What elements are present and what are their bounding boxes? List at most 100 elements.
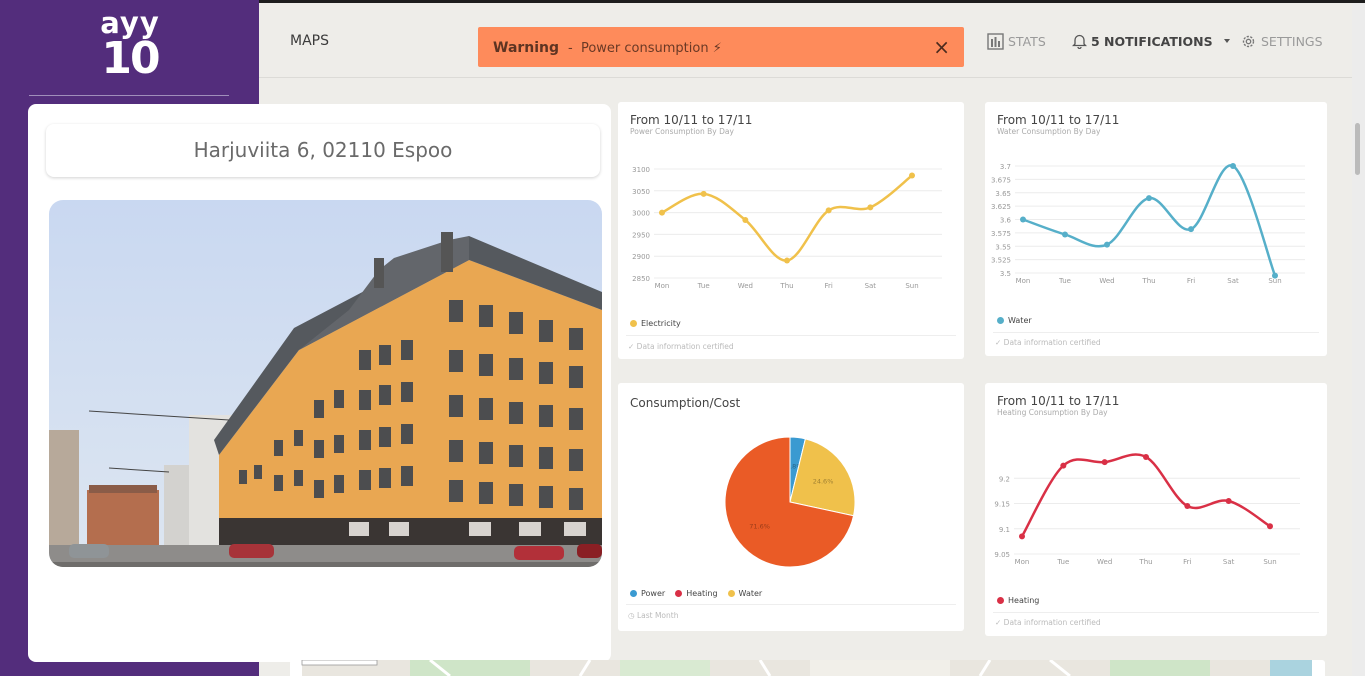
legend-label-water: Water: [738, 589, 763, 598]
legend-item-electricity[interactable]: Electricity: [630, 319, 681, 328]
water-data-point[interactable]: [1020, 216, 1026, 223]
heating-footer: ✓ Data information certified: [995, 618, 1101, 627]
water-ytick-label: 3.7: [1000, 163, 1011, 171]
check-icon: ✓: [628, 342, 637, 351]
water-chart-title: From 10/11 to 17/11: [997, 113, 1120, 127]
heating-data-point[interactable]: [1225, 497, 1232, 504]
legend-dot-power: [630, 590, 637, 597]
heating-xtick-label: Sat: [1223, 558, 1235, 566]
scrollbar-thumb[interactable]: [1355, 123, 1360, 175]
water-footer: ✓ Data information certified: [995, 338, 1101, 347]
water-ytick-label: 3.575: [991, 230, 1011, 238]
power-xtick-label: Thu: [779, 282, 793, 290]
legend-item-heating[interactable]: Heating: [675, 589, 718, 598]
legend-item-power[interactable]: Power: [630, 589, 665, 598]
power-data-point[interactable]: [867, 204, 874, 211]
caret-down-icon: [1223, 39, 1230, 43]
water-data-point[interactable]: [1062, 231, 1068, 238]
cost-footer-text: Last Month: [636, 611, 679, 620]
legend-dot-heating: [675, 590, 683, 597]
heating-ytick-label: 9.15: [994, 501, 1010, 509]
water-data-point[interactable]: [1188, 226, 1194, 233]
page-scrollbar[interactable]: [1352, 3, 1365, 676]
warning-message-text: Power consumption ⚡: [580, 41, 722, 56]
check-icon: ✓: [995, 338, 1004, 347]
legend-item-heating[interactable]: Heating: [997, 596, 1039, 605]
power-data-point[interactable]: [742, 217, 749, 224]
heating-footer-text: Data information certified: [1003, 618, 1101, 627]
property-panel: Harjuviita 6, 02110 Espoo: [28, 104, 611, 662]
heating-series-line: [1020, 453, 1271, 537]
power-xtick-label: Tue: [697, 282, 710, 290]
water-footer-divider: [993, 332, 1319, 333]
heating-data-point[interactable]: [1060, 462, 1067, 469]
heating-xtick-label: Wed: [1097, 558, 1112, 566]
power-footer-divider: [626, 335, 956, 336]
power-data-point[interactable]: [825, 207, 832, 214]
power-xtick-label: Fri: [824, 282, 832, 290]
pie-label-water: 24.6%: [813, 477, 834, 485]
cost-legend: Power Heating Water: [630, 589, 762, 598]
heating-xtick-label: Sun: [1263, 558, 1276, 566]
legend-label-heating: Heating: [686, 589, 718, 598]
power-ytick-label: 2850: [632, 275, 650, 283]
heating-chart-title: From 10/11 to 17/11: [997, 394, 1120, 408]
power-data-point[interactable]: [700, 190, 707, 197]
app-logo[interactable]: ayy 10: [90, 9, 170, 86]
heating-data-point[interactable]: [1184, 503, 1191, 510]
power-xtick-label: Wed: [738, 282, 753, 290]
pie-label-heating: 71.6%: [749, 522, 770, 530]
warning-alert: Warning - Power consumption ⚡ ×: [478, 27, 964, 67]
nav-maps-link[interactable]: MAPS: [290, 33, 329, 49]
map-preview[interactable]: [290, 660, 1325, 676]
heating-data-point[interactable]: [1143, 454, 1149, 461]
legend-item-water[interactable]: Water: [727, 589, 763, 598]
power-xtick-label: Mon: [655, 282, 670, 290]
legend-dot-heating: [997, 597, 1004, 604]
legend-dot-electricity: [630, 320, 637, 327]
close-icon[interactable]: ×: [933, 37, 950, 57]
warning-separator: -: [568, 41, 573, 56]
heating-legend: Heating: [997, 596, 1039, 605]
power-legend: Electricity: [630, 319, 681, 328]
water-chart-subtitle: Water Consumption By Day: [997, 127, 1101, 136]
nav-stats[interactable]: STATS: [987, 33, 1046, 50]
water-legend: Water: [997, 316, 1032, 325]
power-data-point[interactable]: [659, 209, 665, 216]
power-ytick-label: 3050: [632, 188, 650, 196]
nav-notifications[interactable]: 5 NOTIFICATIONS: [1072, 33, 1233, 49]
nav-stats-label: STATS: [1008, 34, 1046, 49]
cost-pie-chart: 3.8%24.6%71.6%: [724, 436, 856, 568]
warning-title: Warning: [493, 40, 560, 56]
heating-ytick-label: 9.1: [999, 526, 1010, 534]
heating-data-point[interactable]: [1267, 523, 1273, 530]
legend-label-water: Water: [1008, 316, 1032, 325]
heating-data-point[interactable]: [1019, 533, 1025, 540]
water-ytick-label: 3.625: [991, 203, 1011, 211]
power-ytick-label: 3100: [632, 166, 650, 174]
water-data-point[interactable]: [1272, 272, 1278, 279]
legend-item-water[interactable]: Water: [997, 316, 1032, 325]
power-ytick-label: 3000: [632, 210, 650, 218]
water-data-point[interactable]: [1146, 195, 1152, 202]
heating-xtick-label: Tue: [1056, 558, 1069, 566]
power-chart-title: From 10/11 to 17/11: [630, 113, 753, 127]
nav-settings[interactable]: SETTINGS: [1240, 33, 1323, 50]
water-data-point[interactable]: [1104, 241, 1110, 248]
legend-dot-water: [997, 317, 1004, 324]
gear-icon: [1242, 35, 1255, 48]
water-xtick-label: Thu: [1141, 277, 1155, 285]
power-xtick-label: Sat: [865, 282, 877, 290]
water-ytick-label: 3.6: [1000, 217, 1012, 225]
heating-chart-card: From 10/11 to 17/11 Heating Consumption …: [985, 383, 1327, 636]
power-data-point[interactable]: [784, 257, 790, 264]
water-ytick-label: 3.65: [995, 190, 1011, 198]
water-data-point[interactable]: [1230, 163, 1236, 169]
heating-xtick-label: Thu: [1138, 558, 1152, 566]
legend-label-power: Power: [641, 589, 666, 598]
power-data-point[interactable]: [909, 172, 915, 179]
water-xtick-label: Fri: [1187, 277, 1195, 285]
cost-footer-divider: [626, 604, 956, 605]
clock-icon: ◷: [628, 611, 637, 620]
heating-data-point[interactable]: [1101, 459, 1108, 466]
